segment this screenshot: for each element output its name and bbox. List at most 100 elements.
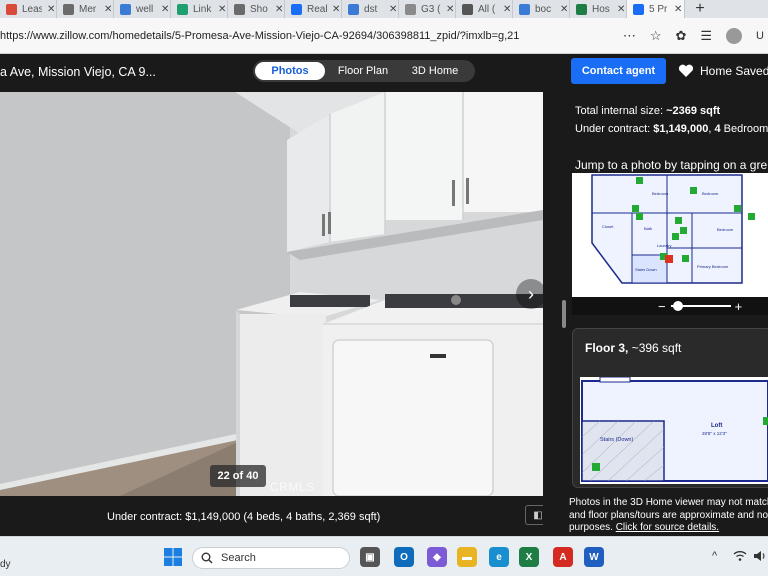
photo-marker[interactable] [748, 213, 755, 220]
favorite-star-icon[interactable]: ☆ [650, 28, 662, 44]
tray-overflow-icon[interactable]: ^ [712, 550, 717, 562]
wifi-icon[interactable] [733, 550, 747, 565]
photo-marker[interactable] [636, 213, 643, 220]
floor-plan-zoom: − + [572, 297, 768, 315]
view-tab-group: Photos Floor Plan 3D Home [253, 60, 475, 82]
zoom-in-button[interactable]: + [735, 299, 743, 314]
photo-marker[interactable] [675, 217, 682, 224]
close-tab-icon[interactable]: ✕ [218, 4, 226, 15]
close-tab-icon[interactable]: ✕ [161, 4, 169, 15]
taskbar-search[interactable]: Search [192, 547, 350, 569]
fp1-room-stairs: Stairs Down [635, 267, 657, 272]
browser-tab[interactable]: Link ✕ [171, 0, 228, 18]
photo-marker[interactable] [672, 233, 679, 240]
fp1-room-primary: Primary Bedroom [697, 264, 729, 269]
zoom-slider-handle[interactable] [672, 301, 683, 311]
more-options-icon[interactable]: ⋯ [623, 28, 636, 44]
browser-tab-label: G3 ( [421, 3, 441, 15]
listing-address-title: a Ave, Mission Viejo, CA 9... [0, 65, 156, 79]
zillow-icon [633, 3, 644, 15]
new-tab-button[interactable]: + [685, 0, 715, 18]
explorer-icon[interactable]: ▬ [457, 547, 477, 567]
listing-photo[interactable] [0, 92, 543, 496]
photo-caption: Under contract: $1,149,000 (4 beds, 4 ba… [107, 511, 381, 523]
floor-plan-drawing: Bedroom Bedroom Bath Bedroom Primary Bed… [572, 173, 768, 297]
photo-marker[interactable] [592, 463, 600, 471]
fp1-room-closet: Closet [602, 224, 614, 229]
browser-tab[interactable]: Leas ✕ [0, 0, 57, 18]
close-tab-icon[interactable]: ✕ [104, 4, 112, 15]
b-icon [234, 3, 245, 15]
windows-taskbar [0, 536, 768, 576]
photo-marker[interactable] [636, 177, 643, 184]
panel-scrollbar[interactable] [562, 300, 566, 328]
disclaimer-line-3: purposes. Click for source details. [569, 522, 768, 535]
close-tab-icon[interactable]: ✕ [617, 4, 625, 15]
home-saved-button[interactable]: Home Saved [678, 58, 768, 84]
edge-icon[interactable]: e [489, 547, 509, 567]
volume-icon[interactable] [753, 550, 767, 565]
contract-rest: Bedrooms [723, 123, 768, 135]
url-field[interactable]: https://www.zillow.com/homedetails/5-Pro… [0, 30, 623, 42]
close-tab-icon[interactable]: ✕ [446, 4, 454, 15]
browser-tab[interactable]: Real ✕ [285, 0, 342, 18]
zoom-out-button[interactable]: − [658, 299, 666, 314]
photo-marker[interactable] [734, 205, 741, 212]
photo-marker[interactable] [632, 205, 639, 212]
start-button[interactable] [163, 547, 183, 567]
excel-icon[interactable]: X [519, 547, 539, 567]
fp1-room-laundry: Laundry [657, 243, 671, 248]
browser-tab[interactable]: Sho ✕ [228, 0, 285, 18]
close-tab-icon[interactable]: ✕ [674, 4, 682, 15]
floor-3-label: Floor 3, ~396 sqft [585, 341, 681, 355]
aw-icon [462, 3, 473, 15]
source-details-link[interactable]: Click for source details. [616, 522, 719, 533]
floor-number: Floor 3, [585, 341, 629, 355]
browser-tab[interactable]: well ✕ [114, 0, 171, 18]
floor-3-plan-drawing: Loft 28'8" x 12'3" Stairs (Down) [580, 377, 768, 484]
browser-tab[interactable]: G3 ( ✕ [399, 0, 456, 18]
disclaimer-line-1: Photos in the 3D Home viewer may not mat… [569, 497, 768, 508]
close-tab-icon[interactable]: ✕ [389, 4, 397, 15]
browser-tab[interactable]: 5 Pr ✕ [627, 0, 685, 18]
favorites-list-icon[interactable]: ☰ [700, 28, 712, 44]
extensions-icon[interactable]: ✿ [675, 28, 686, 44]
photo-counter: 22 of 40 [210, 465, 266, 487]
floor-plan-overview[interactable]: Bedroom Bedroom Bath Bedroom Primary Bed… [572, 173, 768, 297]
acrobat-icon[interactable]: A [553, 547, 573, 567]
close-tab-icon[interactable]: ✕ [332, 4, 340, 15]
next-photo-button[interactable]: › [516, 279, 546, 309]
close-tab-icon[interactable]: ✕ [47, 4, 55, 15]
browser-tab[interactable]: Mer ✕ [57, 0, 114, 18]
contact-agent-button[interactable]: Contact agent [571, 58, 666, 84]
photo-marker[interactable] [763, 417, 768, 425]
browser-tab-label: Link [193, 3, 212, 15]
taskview-icon[interactable]: ▣ [360, 547, 380, 567]
photo-marker-current[interactable] [665, 255, 673, 263]
zoom-slider-track[interactable] [670, 301, 731, 311]
browser-tab-label: All ( [478, 3, 496, 15]
copilot-icon[interactable]: ◆ [427, 547, 447, 567]
address-bar: https://www.zillow.com/homedetails/5-Pro… [0, 18, 768, 54]
word-icon[interactable]: W [584, 547, 604, 567]
outlook-icon[interactable]: O [394, 547, 414, 567]
tab-3d-home[interactable]: 3D Home [401, 62, 469, 80]
profile-avatar[interactable] [726, 27, 743, 44]
photo-marker[interactable] [680, 227, 687, 234]
close-tab-icon[interactable]: ✕ [275, 4, 283, 15]
tab-photos[interactable]: Photos [255, 62, 325, 80]
browser-tab[interactable]: boc ✕ [513, 0, 570, 18]
close-tab-icon[interactable]: ✕ [560, 4, 568, 15]
browser-tab[interactable]: dst ✕ [342, 0, 399, 18]
contract-beds: 4 [714, 123, 721, 135]
jump-instruction: Jump to a photo by tapping on a gre [575, 158, 768, 172]
browser-tab[interactable]: All ( ✕ [456, 0, 513, 18]
browser-tab-label: well [136, 3, 154, 15]
photo-marker[interactable] [682, 255, 689, 262]
photo-marker[interactable] [690, 187, 697, 194]
disclaimer-line-2: and floor plans/tours are approximate an… [569, 509, 768, 521]
close-tab-icon[interactable]: ✕ [503, 4, 511, 15]
floor-3-plan[interactable]: Loft 28'8" x 12'3" Stairs (Down) [580, 377, 768, 484]
tab-floor-plan[interactable]: Floor Plan [325, 62, 401, 80]
browser-tab[interactable]: Hos ✕ [570, 0, 627, 18]
